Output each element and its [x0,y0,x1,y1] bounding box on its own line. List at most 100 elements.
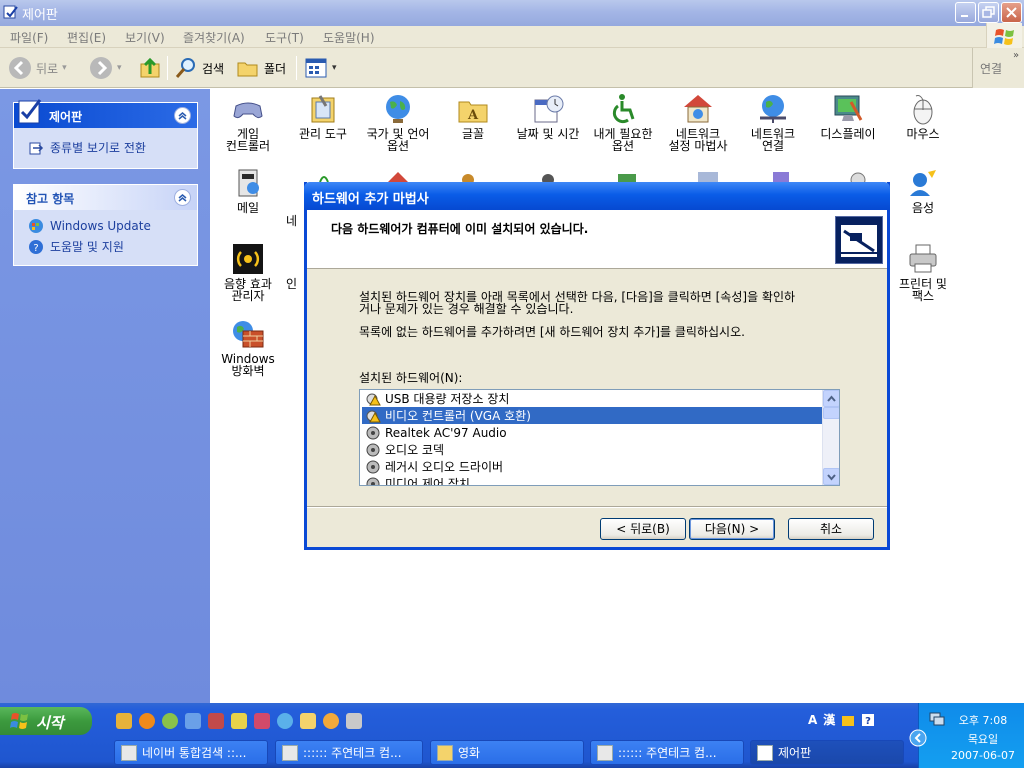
list-item[interactable]: 미디어 제어 장치 [362,475,822,485]
chevron-icon[interactable]: » [1013,50,1019,61]
admin-tools-icon-item[interactable]: 관리 도구 [285,92,361,140]
ime-tool-icon[interactable] [841,713,855,727]
scroll-thumb[interactable] [823,407,839,419]
mouse-icon-item[interactable]: 마우스 [885,92,961,140]
back-button[interactable]: < 뒤로(B) [600,518,686,540]
printer-icon [909,244,937,273]
panel-header[interactable]: 제어판 [14,99,197,128]
icon-label: 설정 마법사 [668,139,728,153]
display-icon-item[interactable]: 디스플레이 [810,92,886,140]
start-button[interactable]: 시작 [0,707,92,735]
quick-launch-icon[interactable] [208,713,224,729]
icon-label: 방화벽 [231,364,265,378]
dialog-title-bar[interactable]: 하드웨어 추가 마법사 [304,182,890,210]
internet-explorer-icon[interactable] [277,713,293,729]
list-item[interactable]: USB 대용량 저장소 장치 [362,390,822,407]
icon-label: 글꼴 [461,127,485,141]
panel-header[interactable]: 참고 항목 [14,185,197,210]
folder-icon[interactable] [300,713,316,729]
menu-edit[interactable]: 편집(E) [67,29,106,46]
icon-label: 관리 도구 [299,127,347,141]
help-support-link[interactable]: ? 도움말 및 지원 [28,238,124,255]
icon-label: 관리자 [231,289,265,303]
quick-launch-icon[interactable] [346,713,362,729]
quick-launch-icon[interactable] [162,713,178,729]
firewall-icon [233,321,264,348]
installed-hardware-list[interactable]: USB 대용량 저장소 장치 비디오 컨트롤러 (VGA 호환) Realtek… [359,389,840,486]
network-connections-icon-item[interactable]: 네트워크 연결 [735,92,811,152]
accessibility-icon-item[interactable]: 내게 필요한 옵션 [585,92,661,152]
switch-category-view-link[interactable]: 종류별 보기로 전환 [28,139,146,156]
list-item[interactable]: 레거시 오디오 드라이버 [362,458,822,475]
collapse-button[interactable] [174,107,191,124]
taskbar-item[interactable]: :::::: 주연테크 컴... [275,740,423,765]
list-item[interactable]: 비디오 컨트롤러 (VGA 호환) [362,407,822,424]
network-partial-icon-item[interactable]: 네 [286,215,306,227]
up-folder-button[interactable] [138,55,162,81]
sound-effects-manager-icon-item[interactable]: 음향 효과 관리자 [210,242,286,302]
control-panel-icon [18,99,42,124]
audio-device-icon [366,477,380,485]
forward-dropdown-icon[interactable]: ▾ [117,63,122,73]
clock-time[interactable]: 오후 7:08 [943,712,1023,728]
taskbar-item-active[interactable]: 제어판 [750,740,904,765]
menu-tools[interactable]: 도구(T) [265,29,304,46]
links-bar[interactable]: 연결 » [972,48,1024,88]
chevron-left-icon[interactable] [909,729,927,747]
help-icon[interactable]: ? [861,713,875,727]
forward-button[interactable]: ▾ [89,55,122,81]
back-button[interactable]: 뒤로 ▾ [8,55,67,81]
minimize-button[interactable] [955,2,976,23]
menu-help[interactable]: 도움말(H) [323,29,375,46]
quick-launch-icon[interactable] [116,713,132,729]
quick-launch-icon[interactable] [139,713,155,729]
search-button[interactable]: 검색 [174,55,224,81]
date-time-icon-item[interactable]: 날짜 및 시간 [510,92,586,140]
fonts-icon-item[interactable]: A 글꼴 [435,92,511,140]
quick-launch-icon[interactable] [254,713,270,729]
windows-logo [986,23,1022,50]
clock-date: 2007-06-07 [951,749,1015,762]
links-label: 연결 [980,62,1003,76]
cancel-button[interactable]: 취소 [788,518,874,540]
window-title: 제어판 [22,8,58,23]
list-item[interactable]: Realtek AC'97 Audio [362,424,822,441]
menu-favorites[interactable]: 즐겨찾기(A) [183,29,245,46]
back-dropdown-icon[interactable]: ▾ [62,63,67,73]
close-button[interactable] [1001,2,1022,23]
mail-icon-item[interactable]: 메일 [210,166,286,214]
quick-launch-icon[interactable] [231,713,247,729]
panel-title: 참고 항목 [26,192,75,206]
input-mode-a[interactable]: A [808,713,817,727]
menu-file[interactable]: 파일(F) [10,29,48,46]
list-scrollbar[interactable] [822,390,839,485]
media-player-icon[interactable] [323,713,339,729]
collapse-button[interactable] [174,189,191,206]
game-controllers-icon-item[interactable]: 게임 컨트롤러 [210,92,286,152]
partial-icon-item[interactable]: 인 [286,278,306,290]
input-mode-hanja[interactable]: 漢 [823,711,835,728]
language-bar[interactable]: A 漢 ? [808,711,875,728]
network-setup-icon-item[interactable]: 네트워크 설정 마법사 [660,92,736,152]
taskbar-item[interactable]: :::::: 주연테크 컴... [590,740,744,765]
speech-icon-item[interactable]: 음성 [885,166,961,214]
regional-options-icon-item[interactable]: 국가 및 언어 옵션 [360,92,436,152]
views-dropdown-icon[interactable]: ▾ [332,63,337,73]
scroll-down-button[interactable] [823,468,839,485]
quick-launch-icon[interactable] [185,713,201,729]
printers-faxes-icon-item[interactable]: 프린터 및 팩스 [885,242,961,302]
menu-bar: 파일(F) 편집(E) 보기(V) 즐겨찾기(A) 도구(T) 도움말(H) [0,26,1024,48]
list-item[interactable]: 오디오 코덱 [362,441,822,458]
next-button[interactable]: 다음(N) > [689,518,775,540]
views-button[interactable]: ▾ [304,55,337,81]
scroll-up-button[interactable] [823,390,839,407]
menu-view[interactable]: 보기(V) [125,29,165,46]
folders-button[interactable]: 폴더 [236,55,286,81]
windows-update-link[interactable]: Windows Update [28,218,151,234]
restore-button[interactable] [978,2,999,23]
windows-firewall-icon-item[interactable]: Windows 방화벽 [210,317,286,377]
instruction-line-2: 거나 문제가 있는 경우 해결할 수 있습니다. [359,302,574,316]
taskbar-item[interactable]: 네이버 통합검색 ::... [114,740,268,765]
taskbar-item[interactable]: 영화 [430,740,584,765]
instruction-line-3: 목록에 없는 하드웨어를 추가하려면 [새 하드웨어 장치 추가]를 클릭하십시… [359,325,745,339]
